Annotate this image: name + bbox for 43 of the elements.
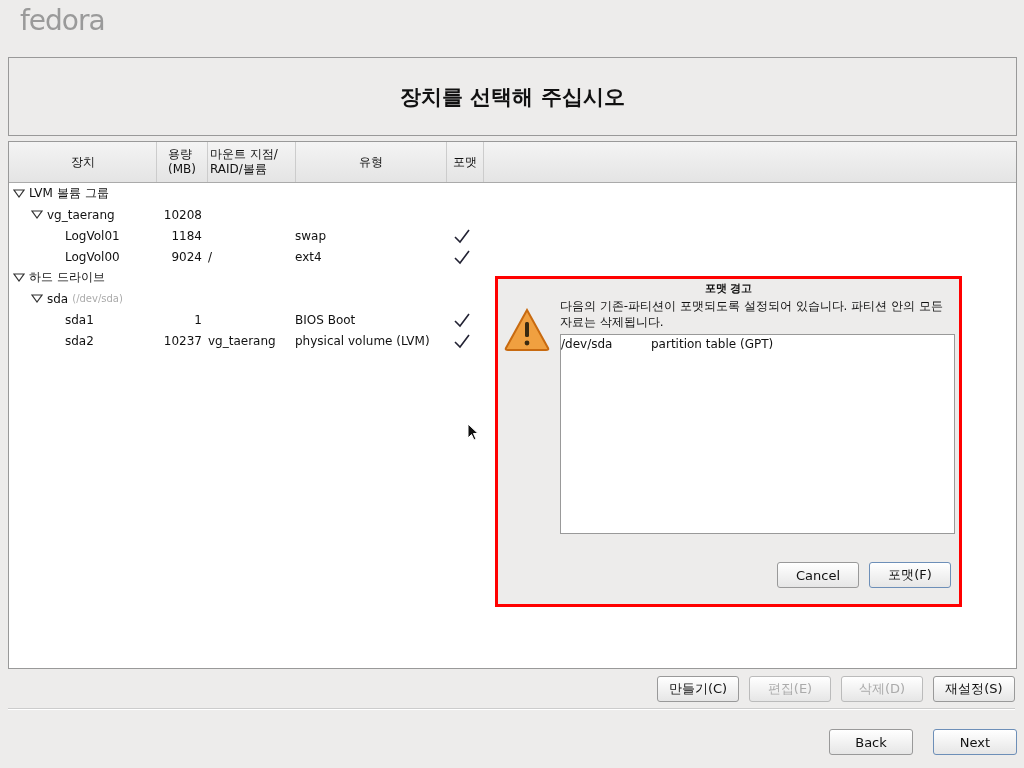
expanded-triangle-icon[interactable] bbox=[31, 209, 43, 220]
type-cell: physical volume (LVM) bbox=[295, 333, 430, 348]
column-header[interactable]: 유형 bbox=[296, 142, 447, 182]
device-name: sda1 bbox=[65, 312, 94, 327]
page-title: 장치를 선택해 주십시오 bbox=[400, 83, 625, 111]
size-cell: 10237 bbox=[163, 333, 202, 348]
expanded-triangle-icon[interactable] bbox=[13, 272, 25, 283]
type-cell: swap bbox=[295, 228, 327, 243]
warning-message: 다음의 기존-파티션이 포맷되도록 설정되어 있습니다. 파티션 안의 모든 자료는 삭제됩니다. bbox=[560, 298, 944, 330]
column-header[interactable]: 마운트 지점/ RAID/볼륨 bbox=[208, 142, 296, 182]
device-path: /dev/sda bbox=[561, 337, 614, 351]
device-name: 하드 드라이브 bbox=[29, 269, 105, 286]
expanded-triangle-icon[interactable] bbox=[13, 188, 25, 199]
next-button[interactable]: Next bbox=[933, 729, 1017, 755]
type-cell: BIOS Boot bbox=[295, 312, 356, 327]
back-button[interactable]: Back bbox=[829, 729, 913, 755]
column-header[interactable]: 장치 bbox=[9, 142, 157, 182]
size-cell: 10208 bbox=[163, 207, 202, 222]
device-name: sda2 bbox=[65, 333, 94, 348]
expanded-triangle-icon[interactable] bbox=[31, 293, 43, 304]
action-button[interactable]: 재설정(S) bbox=[933, 676, 1015, 702]
mouse-pointer-icon bbox=[467, 423, 479, 441]
column-header[interactable]: 포맷 bbox=[447, 142, 484, 182]
device-name: vg_taerang bbox=[47, 207, 115, 222]
device-path: (/dev/sda) bbox=[72, 293, 123, 304]
action-button[interactable]: 만들기(C) bbox=[657, 676, 739, 702]
dialog-button[interactable]: 포맷(F) bbox=[869, 562, 951, 588]
warning-icon bbox=[504, 308, 550, 352]
size-cell: 1 bbox=[194, 312, 202, 327]
dialog-title: 포맷 경고 bbox=[703, 281, 754, 296]
dialog-button[interactable]: Cancel bbox=[777, 562, 859, 588]
mount-cell: / bbox=[208, 249, 213, 264]
column-header[interactable]: 용량 (MB) bbox=[157, 142, 208, 182]
partition-description: partition table (GPT) bbox=[651, 337, 774, 351]
fedora-logo: fedora bbox=[20, 4, 105, 37]
device-name: LogVol00 bbox=[65, 249, 120, 264]
size-cell: 9024 bbox=[171, 249, 202, 264]
device-name: sda bbox=[47, 291, 69, 306]
type-cell: ext4 bbox=[295, 249, 322, 264]
size-cell: 1184 bbox=[171, 228, 202, 243]
device-name: LVM 볼륨 그룹 bbox=[29, 185, 109, 202]
device-name: LogVol01 bbox=[65, 228, 120, 243]
mount-cell: vg_taerang bbox=[208, 333, 276, 348]
